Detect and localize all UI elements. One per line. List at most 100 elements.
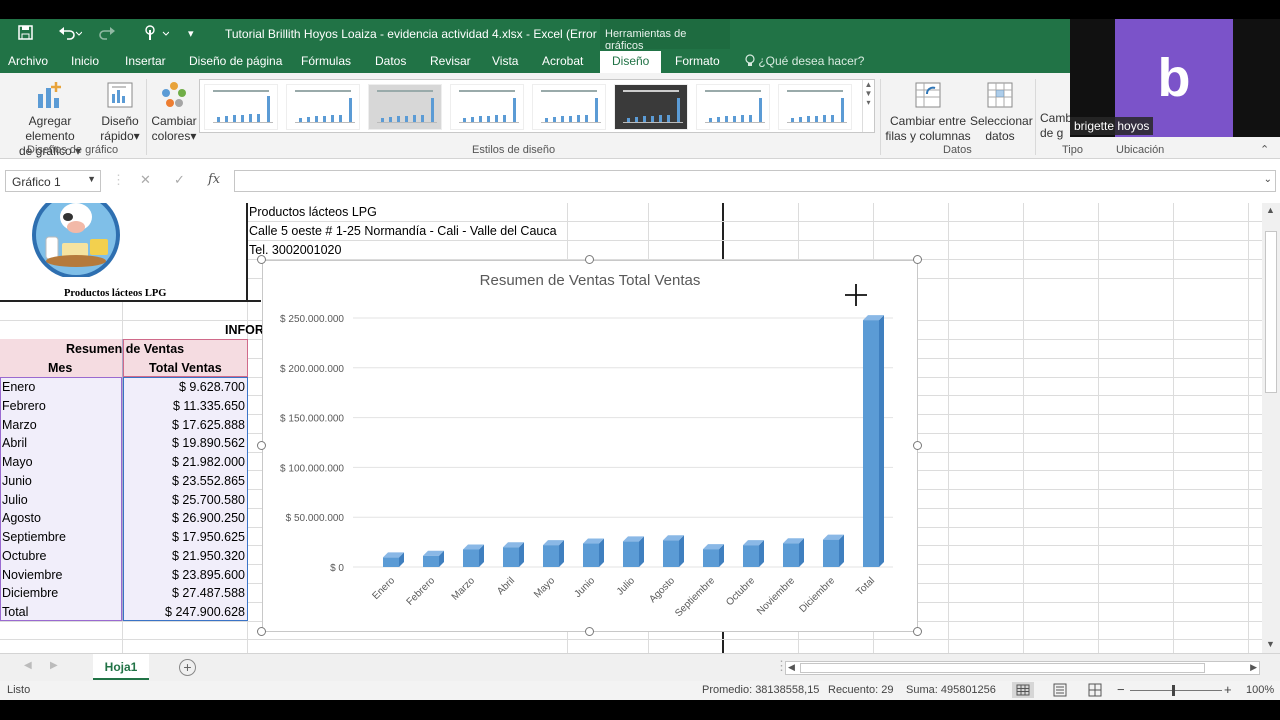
table-cell-mes[interactable]: Septiembre [2,528,66,546]
cancel-icon[interactable]: ✕ [140,172,151,188]
bar-agosto[interactable] [663,535,684,567]
table-cell-mes[interactable]: Noviembre [2,566,62,584]
table-cell-mes[interactable]: Mayo [2,453,33,471]
formula-input[interactable]: ⌄ [234,170,1276,192]
bar-total[interactable] [863,315,884,567]
resize-handle-b[interactable] [585,627,594,636]
table-cell-mes[interactable]: Agosto [2,509,41,527]
resize-handle-bl[interactable] [257,627,266,636]
bar-julio[interactable] [623,536,644,567]
table-cell-total-ventas[interactable]: $ 19.890.562 [124,434,245,452]
table-cell-total-ventas[interactable]: $ 23.895.600 [124,566,245,584]
bar-diciembre[interactable] [823,534,844,567]
scroll-down-icon[interactable]: ▼ [1266,639,1275,649]
bar-octubre[interactable] [743,540,764,567]
tab-vista[interactable]: Vista [492,54,518,68]
bar-marzo[interactable] [463,544,484,567]
tab-revisar[interactable]: Revisar [430,54,471,68]
resize-handle-t[interactable] [585,255,594,264]
table-cell-total-ventas[interactable]: $ 21.982.000 [124,453,245,471]
table-cell-total-ventas[interactable]: $ 17.950.625 [124,528,245,546]
table-cell-mes[interactable]: Abril [2,434,27,452]
tab-formato[interactable]: Formato [675,54,720,68]
bar-abril[interactable] [503,542,524,567]
vertical-scroll-thumb[interactable] [1265,231,1277,393]
undo-icon[interactable] [58,25,83,44]
bar-mayo[interactable] [543,540,564,567]
resize-handle-tr[interactable] [913,255,922,264]
horizontal-scrollbar[interactable]: ◀ ▶ [785,661,1260,675]
chart-style-8[interactable] [778,84,852,130]
table-cell-total-ventas[interactable]: $ 11.335.650 [124,397,245,415]
chart-object[interactable]: Resumen de Ventas Total Ventas Enero Febr… [262,260,918,632]
horizontal-scroll-thumb[interactable] [800,663,1205,673]
page-layout-view-icon[interactable] [1050,682,1070,701]
zoom-slider-thumb[interactable] [1172,685,1175,696]
bar-junio[interactable] [583,538,604,567]
table-cell-mes[interactable]: Febrero [2,397,46,415]
prev-sheet-icon[interactable]: ◀ [24,660,32,671]
next-sheet-icon[interactable]: ▶ [50,660,58,671]
add-sheet-icon[interactable]: + [179,659,196,676]
resize-handle-l[interactable] [257,441,266,450]
resize-handle-br[interactable] [913,627,922,636]
zoom-slider[interactable] [1130,690,1222,691]
redo-icon[interactable] [98,25,122,44]
bar-febrero[interactable] [423,550,444,567]
tab-formulas[interactable]: Fórmulas [301,54,351,68]
customize-toolbar-icon[interactable]: ▾ [188,27,194,40]
table-cell-total-ventas[interactable]: $ 9.628.700 [124,378,245,396]
expand-formula-icon[interactable]: ⌄ [1264,174,1272,185]
select-data-button[interactable]: Seleccionar datos [970,80,1033,144]
bar-enero[interactable] [383,552,404,567]
table-cell-mes[interactable]: Junio [2,472,32,490]
scroll-up-icon[interactable]: ▲ [1266,205,1275,215]
tab-diseno[interactable]: Diseño [600,51,662,73]
collapse-ribbon-icon[interactable]: ⌃ [1260,143,1269,156]
table-cell-total-ventas[interactable]: $ 25.700.580 [124,491,245,509]
table-cell-mes[interactable]: Enero [2,378,35,396]
name-box[interactable]: Gráfico 1 ▼ [5,170,101,192]
chart-style-3[interactable] [368,84,442,130]
normal-view-icon[interactable] [1012,682,1034,698]
zoom-in-icon[interactable]: + [1224,682,1232,697]
table-cell-total-ventas[interactable]: $ 21.950.320 [124,547,245,565]
tab-acrobat[interactable]: Acrobat [542,54,583,68]
table-cell-mes[interactable]: Diciembre [2,584,58,602]
table-cell-mes[interactable]: Octubre [2,547,46,565]
gallery-scroll[interactable]: ▲ ▼ ▾ [862,80,874,132]
table-cell-total-ventas[interactable]: $ 27.487.588 [124,584,245,602]
zoom-out-icon[interactable]: − [1117,682,1125,697]
change-chart-type-button[interactable]: Camb de g [1040,111,1072,141]
bar-septiembre[interactable] [703,544,724,567]
chart-style-4[interactable] [450,84,524,130]
table-cell-mes[interactable]: Total [2,603,28,621]
enter-icon[interactable]: ✓ [174,172,185,188]
sheet-tab-hoja1[interactable]: Hoja1 [93,654,149,680]
chart-style-7[interactable] [696,84,770,130]
table-cell-total-ventas[interactable]: $ 23.552.865 [124,472,245,490]
scroll-right-icon[interactable]: ▶ [1250,662,1257,673]
chart-style-2[interactable] [286,84,360,130]
chart-style-1[interactable] [204,84,278,130]
table-cell-total-ventas[interactable]: $ 17.625.888 [124,416,245,434]
tab-archivo[interactable]: Archivo [8,54,48,68]
worksheet-grid[interactable]: Productos lácteos LPG Productos lácteos … [0,203,1262,653]
table-cell-mes[interactable]: Marzo [2,416,37,434]
touch-mode-icon[interactable] [143,25,170,45]
chart-style-6[interactable] [614,84,688,130]
tab-inicio[interactable]: Inicio [71,54,99,68]
vertical-scrollbar[interactable]: ▲ ▼ [1262,203,1280,653]
switch-row-column-button[interactable]: Cambiar entre filas y columnas [884,80,972,144]
save-icon[interactable] [18,25,33,44]
resize-handle-r[interactable] [913,441,922,450]
tab-datos[interactable]: Datos [375,54,406,68]
tab-insertar[interactable]: Insertar [125,54,166,68]
resize-handle-tl[interactable] [257,255,266,264]
tab-diseno-pagina[interactable]: Diseño de página [189,54,282,68]
change-colors-button[interactable]: Cambiar colores▾ [150,80,198,144]
table-cell-mes[interactable]: Julio [2,491,28,509]
bar-noviembre[interactable] [783,538,804,567]
zoom-level[interactable]: 100% [1246,684,1274,696]
table-cell-total-ventas[interactable]: $ 247.900.628 [124,603,245,621]
